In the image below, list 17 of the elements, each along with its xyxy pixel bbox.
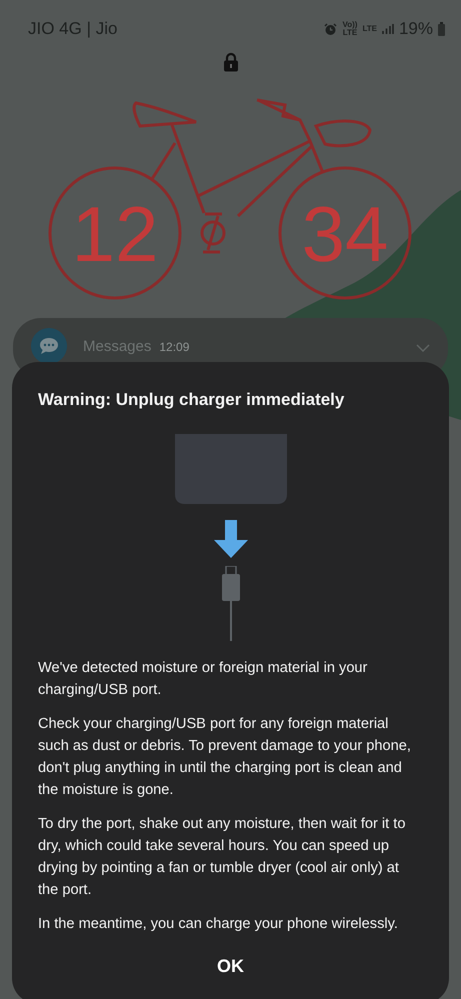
dialog-paragraph: We've detected moisture or foreign material in your charging/USB port. bbox=[38, 659, 368, 700]
dialog-paragraph: Check your charging/USB port for any foreign material such as dust or debris. To prevent damage to your phone, don't plug anything in until the charging port is clean and the moisture is gone. bbox=[38, 715, 412, 800]
clock-minutes: 34 bbox=[302, 190, 388, 278]
alarm-icon bbox=[324, 22, 338, 36]
signal-icon bbox=[382, 23, 394, 35]
dialog-paragraph: To dry the port, shake out any moisture, then wait for it to dry, which could take several hours. You can speed up drying by pointing a fan or tumble dryer (cool air only) at the port. bbox=[38, 815, 406, 900]
ok-button[interactable]: OK bbox=[197, 947, 264, 986]
dialog-title: Warning: Unplug charger immediately bbox=[38, 390, 346, 410]
battery-icon bbox=[438, 22, 445, 36]
clock-hours: 12 bbox=[72, 190, 158, 278]
dialog-paragraph: In the meantime, you can charge your phone wirelessly. bbox=[38, 915, 399, 934]
usb-plug-icon bbox=[220, 566, 240, 642]
down-arrow-icon bbox=[214, 520, 248, 558]
notification-time: 12:09 bbox=[159, 339, 190, 356]
lock-icon bbox=[222, 52, 238, 72]
chevron-down-icon[interactable] bbox=[416, 344, 430, 352]
phone-bottom-icon bbox=[174, 434, 286, 504]
